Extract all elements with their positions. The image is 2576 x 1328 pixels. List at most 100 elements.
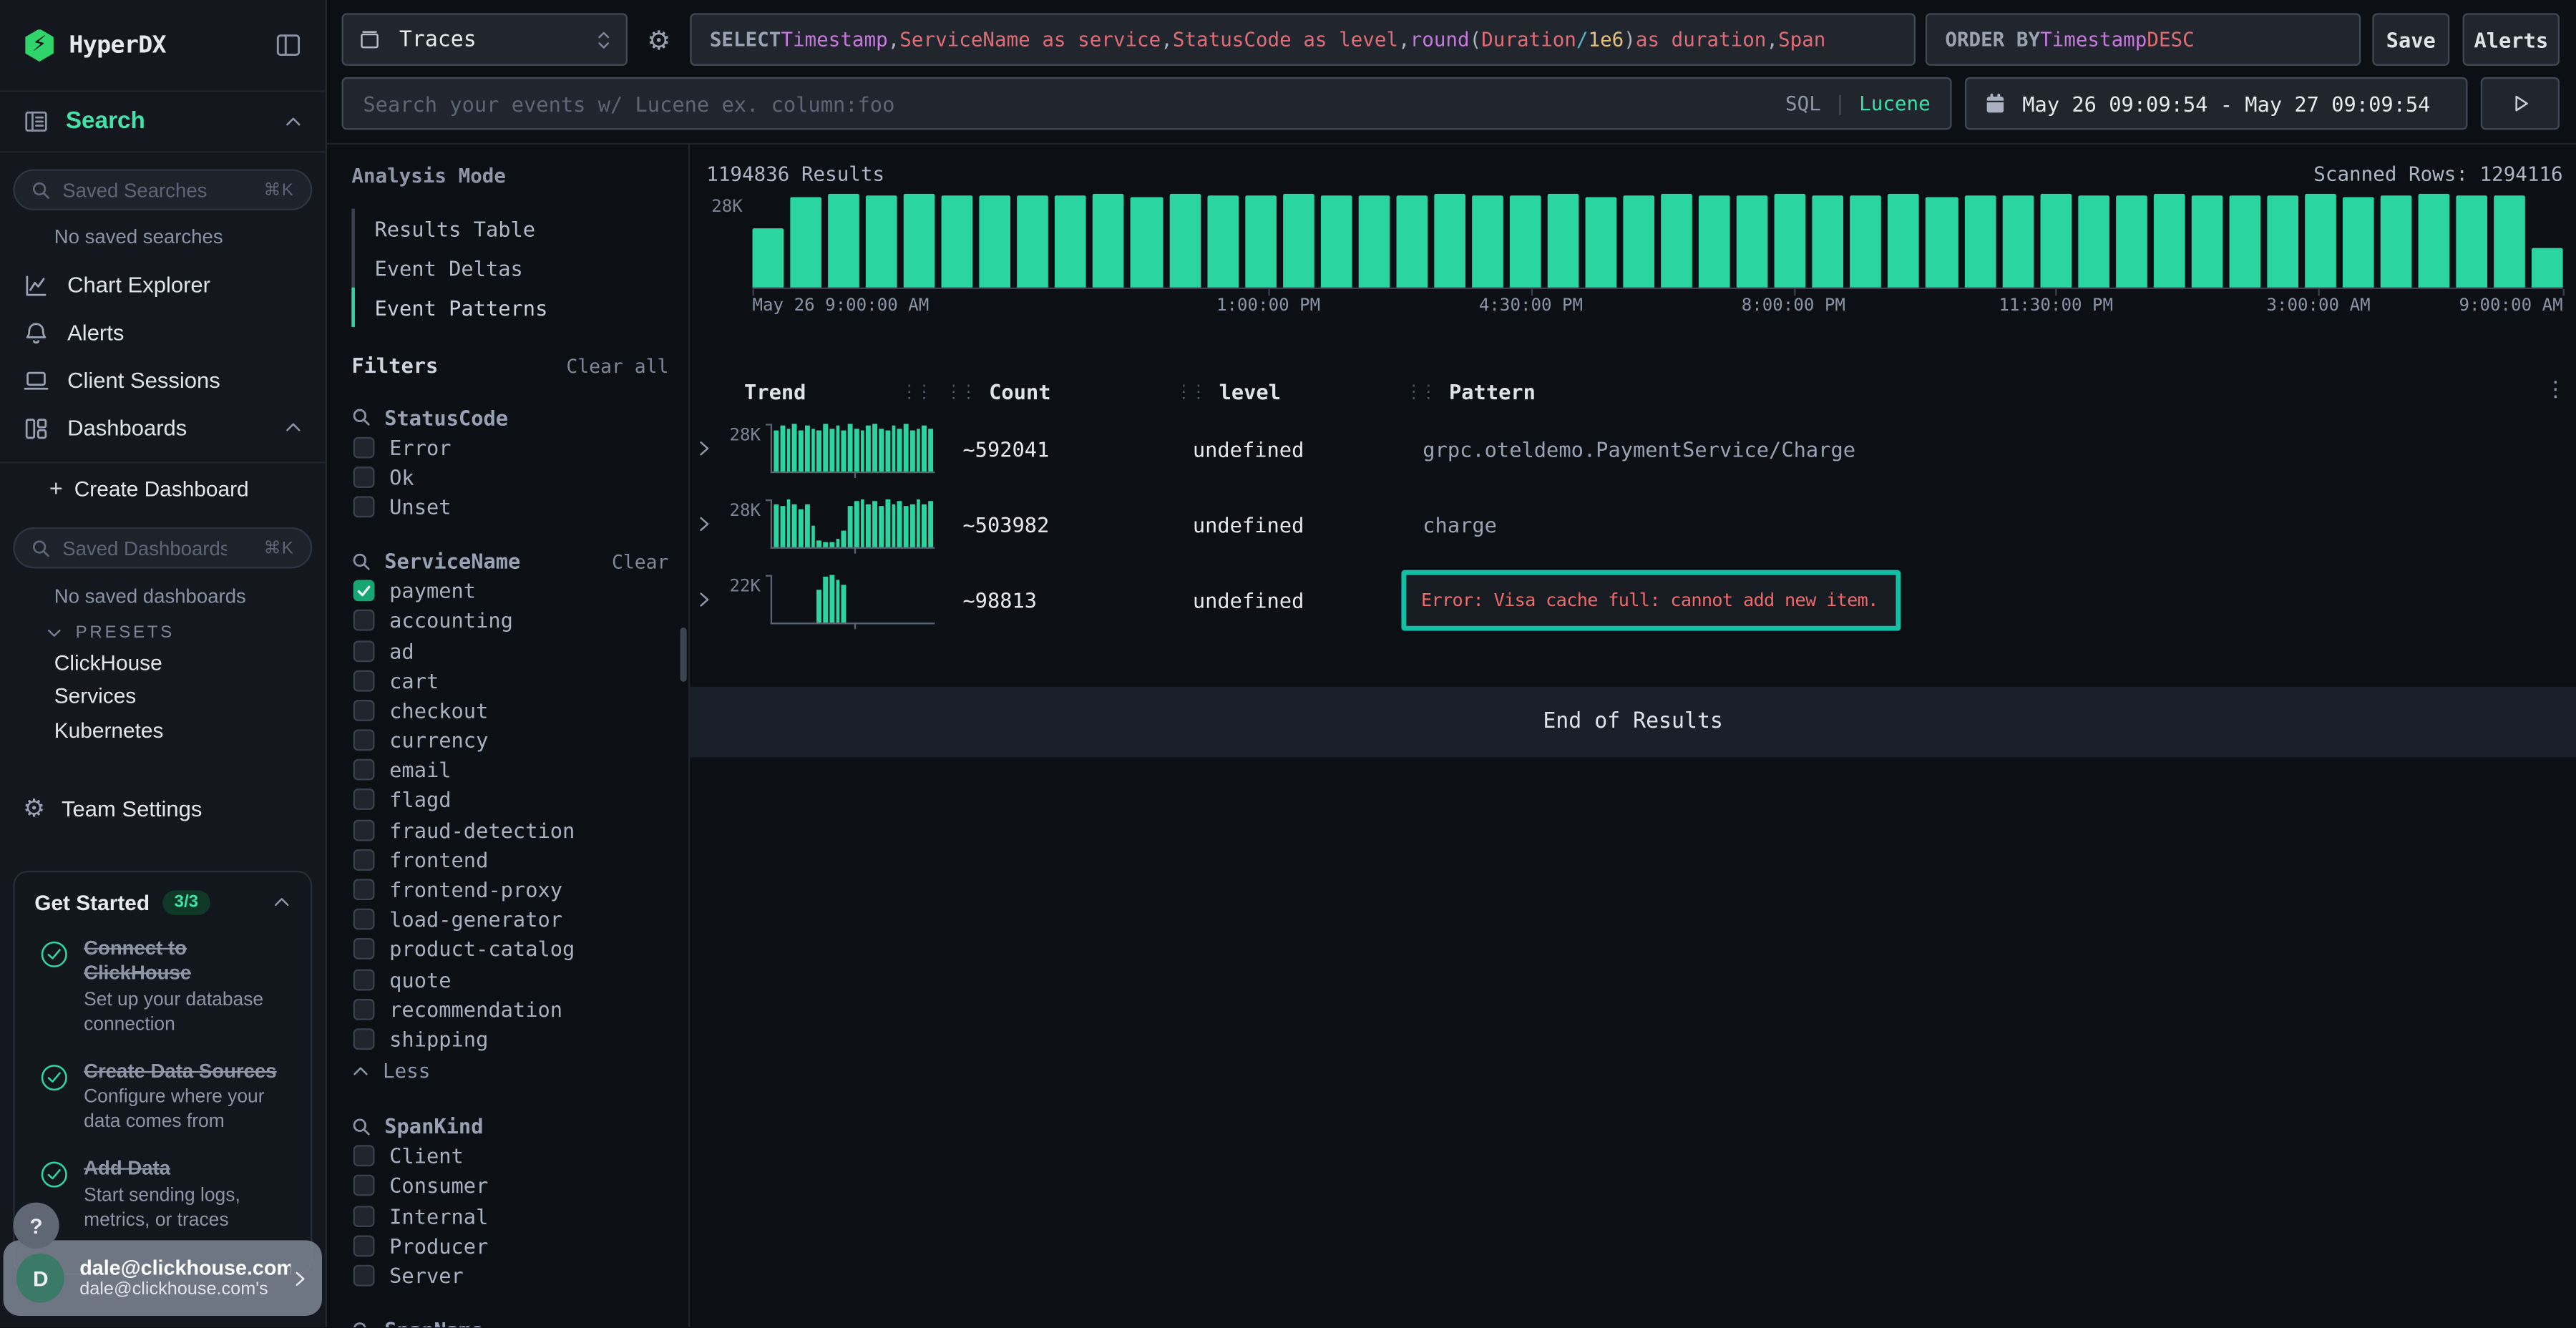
histogram-bar[interactable] — [2419, 194, 2450, 287]
filter-option-unset[interactable]: Unset — [351, 492, 668, 522]
histogram-bar[interactable] — [1661, 194, 1692, 287]
chevron-up-icon[interactable] — [284, 112, 302, 130]
chevron-up-icon[interactable] — [273, 893, 291, 911]
sidebar-item-search[interactable]: Search — [0, 92, 326, 153]
preset-services[interactable]: Services — [0, 679, 326, 713]
histogram-bar[interactable] — [1396, 195, 1428, 287]
checkbox[interactable] — [353, 670, 375, 691]
user-account-chip[interactable]: D dale@clickhouse.com dale@clickhouse.co… — [4, 1240, 322, 1316]
filter-option-accounting[interactable]: accounting — [351, 606, 668, 636]
collapse-sidebar-icon[interactable] — [274, 31, 302, 59]
histogram-bar[interactable] — [1548, 195, 1579, 288]
filter-option-frontend[interactable]: frontend — [351, 845, 668, 875]
histogram-bar[interactable] — [1018, 195, 1049, 288]
checkbox[interactable] — [353, 730, 375, 751]
checkbox[interactable] — [353, 879, 375, 900]
histogram-bar[interactable] — [2305, 195, 2336, 288]
checkbox[interactable] — [353, 1265, 375, 1286]
sidebar-item-alerts[interactable]: Alerts — [0, 309, 326, 357]
column-drag-handle-icon[interactable]: ⋮⋮ — [1405, 381, 1434, 402]
table-row[interactable]: 22K~98813undefinedError: Visa cache full… — [690, 562, 2576, 638]
sidebar-item-chart-explorer[interactable]: Chart Explorer — [0, 261, 326, 309]
create-dashboard-button[interactable]: + Create Dashboard — [0, 463, 326, 512]
filter-option-quote[interactable]: quote — [351, 965, 668, 995]
chevron-up-icon[interactable] — [284, 419, 302, 436]
column-drag-handle-icon[interactable]: ⋮⋮ — [945, 381, 974, 402]
pattern-text[interactable]: grpc.oteldemo.PaymentService/Charge — [1405, 436, 1855, 461]
saved-dashboards-input[interactable]: ⌘K — [13, 527, 312, 568]
language-toggle-lucene[interactable]: Lucene — [1859, 92, 1931, 115]
run-query-button[interactable] — [2481, 77, 2560, 130]
checkbox[interactable] — [353, 759, 375, 781]
search-icon[interactable] — [351, 1320, 371, 1328]
checkbox[interactable] — [353, 700, 375, 721]
histogram-bar[interactable] — [904, 194, 935, 287]
histogram-bar[interactable] — [790, 197, 821, 288]
expand-row-icon[interactable] — [695, 514, 721, 534]
save-button[interactable]: Save — [2372, 13, 2449, 65]
column-header-trend[interactable]: Trend — [744, 379, 806, 403]
checkbox[interactable] — [353, 909, 375, 930]
event-search-input[interactable] — [363, 91, 1769, 115]
histogram-bar[interactable] — [2494, 195, 2526, 287]
checkbox[interactable] — [353, 1146, 375, 1167]
saved-dashboards-field[interactable] — [62, 537, 227, 560]
histogram-bar[interactable] — [1244, 195, 1276, 288]
filter-option-email[interactable]: email — [351, 755, 668, 785]
filter-option-flagd[interactable]: flagd — [351, 785, 668, 815]
checkbox[interactable] — [353, 998, 375, 1020]
filter-option-currency[interactable]: currency — [351, 726, 668, 756]
filter-option-internal[interactable]: Internal — [351, 1201, 668, 1231]
analysis-mode-event-patterns[interactable]: Event Patterns — [355, 288, 669, 327]
filter-option-shipping[interactable]: shipping — [351, 1024, 668, 1054]
filter-option-ad[interactable]: ad — [351, 635, 668, 665]
pattern-text[interactable]: charge — [1405, 512, 1497, 536]
histogram-bar[interactable] — [1964, 195, 1996, 287]
histogram-bar[interactable] — [2191, 196, 2223, 288]
clear-all-filters-link[interactable]: Clear all — [566, 355, 668, 378]
histogram-bar[interactable] — [1472, 196, 1503, 288]
table-row[interactable]: 28K~503982undefinedcharge — [690, 487, 2576, 562]
analysis-mode-results-table[interactable]: Results Table — [355, 209, 669, 248]
column-header-pattern[interactable]: Pattern — [1449, 379, 1536, 403]
checkbox[interactable] — [353, 640, 375, 661]
expand-row-icon[interactable] — [695, 439, 721, 459]
clear-filter-link[interactable]: Clear — [612, 550, 668, 572]
checkbox[interactable] — [353, 1235, 375, 1256]
histogram-bar[interactable] — [2532, 248, 2563, 288]
histogram-bar[interactable] — [1775, 195, 1806, 288]
histogram-bar[interactable] — [942, 196, 973, 288]
get-started-step-data-sources[interactable]: Create Data Sources Configure where your… — [34, 1059, 291, 1136]
filter-option-recommendation[interactable]: recommendation — [351, 994, 668, 1024]
preset-clickhouse[interactable]: ClickHouse — [0, 645, 326, 679]
checkbox[interactable] — [353, 496, 375, 517]
checkbox[interactable] — [353, 610, 375, 632]
get-started-step-connect[interactable]: Connect to ClickHouse Set up your databa… — [34, 936, 291, 1038]
saved-searches-input[interactable]: ⌘K — [13, 169, 312, 210]
show-less-toggle[interactable]: Less — [351, 1055, 668, 1087]
sidebar-item-team-settings[interactable]: ⚙ Team Settings — [0, 791, 326, 827]
date-range-picker[interactable]: May 26 09:09:54 - May 27 09:09:54 — [1965, 77, 2468, 130]
search-icon[interactable] — [351, 551, 371, 571]
filter-option-product-catalog[interactable]: product-catalog — [351, 934, 668, 965]
analysis-mode-event-deltas[interactable]: Event Deltas — [355, 248, 669, 288]
histogram-bar[interactable] — [866, 195, 897, 287]
histogram-bar[interactable] — [1586, 197, 1617, 288]
histogram-bar[interactable] — [1093, 195, 1125, 288]
filter-option-checkout[interactable]: checkout — [351, 695, 668, 726]
source-settings-button[interactable]: ⚙ — [628, 13, 690, 65]
filter-option-frontend-proxy[interactable]: frontend-proxy — [351, 874, 668, 904]
histogram-bar[interactable] — [1320, 196, 1352, 288]
histogram-bar[interactable] — [2153, 194, 2185, 287]
checkbox[interactable] — [353, 819, 375, 841]
checkbox[interactable] — [353, 939, 375, 960]
histogram-bar[interactable] — [1434, 194, 1465, 287]
filter-option-cart[interactable]: cart — [351, 665, 668, 695]
checkbox[interactable] — [353, 436, 375, 458]
search-icon[interactable] — [351, 407, 371, 427]
source-select[interactable]: Traces — [342, 13, 628, 65]
histogram-bar[interactable] — [828, 195, 859, 288]
help-button[interactable]: ? — [13, 1203, 59, 1249]
histogram-bar[interactable] — [2267, 195, 2298, 287]
histogram-bar[interactable] — [2343, 197, 2374, 288]
